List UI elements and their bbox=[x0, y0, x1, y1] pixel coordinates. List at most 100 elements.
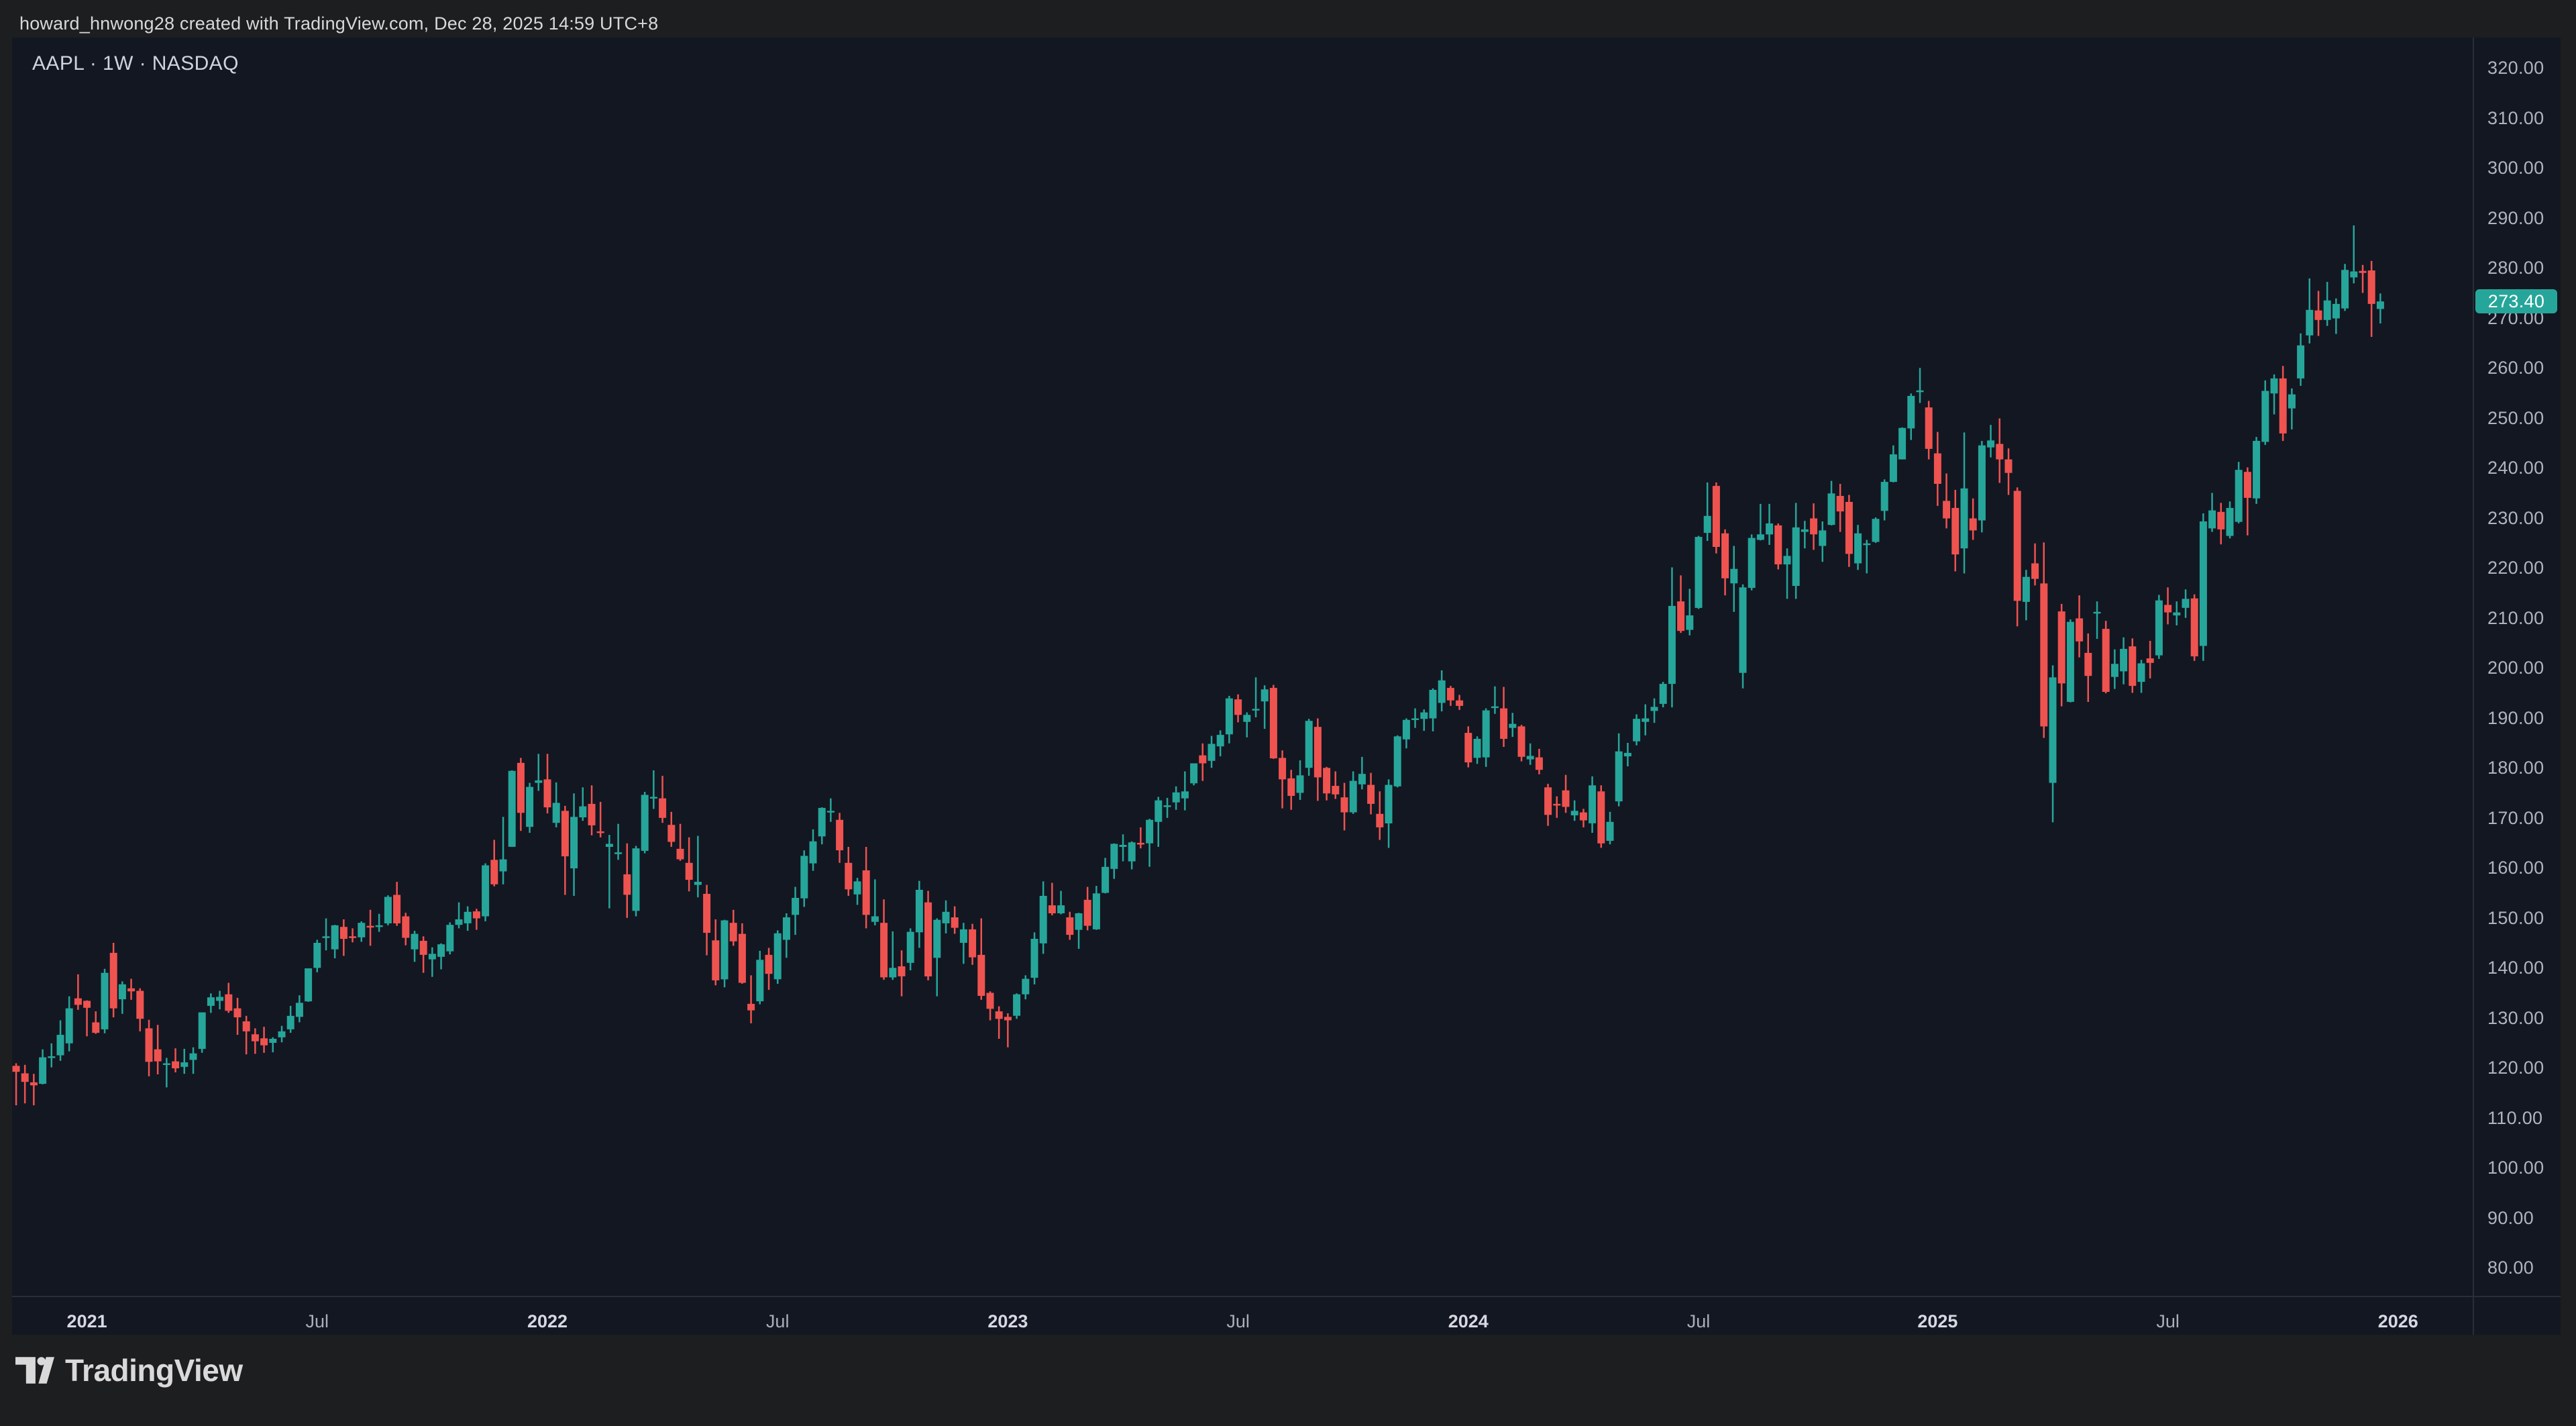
candle[interactable] bbox=[1305, 719, 1313, 776]
candle[interactable] bbox=[464, 907, 472, 931]
candle[interactable] bbox=[57, 1021, 64, 1061]
candle[interactable] bbox=[1943, 474, 1950, 529]
candle[interactable] bbox=[1934, 432, 1941, 506]
candle[interactable] bbox=[1066, 912, 1073, 940]
candle[interactable] bbox=[544, 754, 551, 813]
candle[interactable] bbox=[739, 923, 746, 984]
candle[interactable] bbox=[633, 846, 640, 917]
candle[interactable] bbox=[907, 928, 914, 970]
candle[interactable] bbox=[2350, 225, 2357, 283]
candle[interactable] bbox=[154, 1025, 162, 1074]
candle[interactable] bbox=[1226, 696, 1233, 744]
candle[interactable] bbox=[1845, 495, 1853, 567]
candle[interactable] bbox=[1093, 886, 1100, 930]
candle[interactable] bbox=[1164, 798, 1171, 818]
candle[interactable] bbox=[1544, 784, 1552, 826]
candle[interactable] bbox=[2244, 468, 2251, 536]
candle[interactable] bbox=[340, 919, 347, 956]
chart-panel[interactable]: AAPL · 1W · NASDAQ 320.00310.00300.00290… bbox=[12, 38, 2561, 1335]
candle[interactable] bbox=[2341, 264, 2349, 311]
candle[interactable] bbox=[1987, 425, 1994, 457]
candle[interactable] bbox=[2217, 503, 2224, 544]
candle[interactable] bbox=[597, 802, 604, 837]
candle[interactable] bbox=[854, 878, 861, 905]
candle[interactable] bbox=[774, 930, 782, 984]
candle[interactable] bbox=[1784, 548, 1791, 599]
candle[interactable] bbox=[1314, 719, 1322, 801]
candle[interactable] bbox=[2297, 334, 2304, 386]
candle[interactable] bbox=[1420, 709, 1428, 731]
candle[interactable] bbox=[667, 812, 675, 847]
candle[interactable] bbox=[1970, 499, 1977, 540]
candle[interactable] bbox=[110, 943, 117, 1017]
candle[interactable] bbox=[2208, 493, 2216, 532]
candle[interactable] bbox=[1350, 772, 1357, 814]
candle[interactable] bbox=[1580, 809, 1587, 827]
candle[interactable] bbox=[924, 891, 932, 980]
candle[interactable] bbox=[2049, 666, 2057, 823]
candle[interactable] bbox=[1571, 801, 1578, 821]
candle[interactable] bbox=[1730, 546, 1737, 612]
candle[interactable] bbox=[1810, 503, 1817, 550]
candle[interactable] bbox=[1713, 482, 1720, 554]
candle[interactable] bbox=[127, 979, 135, 1000]
candle[interactable] bbox=[1217, 730, 1224, 756]
candle[interactable] bbox=[996, 1007, 1003, 1039]
candle[interactable] bbox=[358, 921, 365, 942]
candle[interactable] bbox=[376, 914, 383, 932]
candle[interactable] bbox=[765, 948, 773, 990]
candle[interactable] bbox=[1890, 446, 1897, 482]
candle[interactable] bbox=[614, 824, 622, 860]
candle[interactable] bbox=[1863, 540, 1870, 574]
candle[interactable] bbox=[66, 997, 73, 1052]
candle[interactable] bbox=[1146, 819, 1153, 867]
candle[interactable] bbox=[694, 836, 702, 898]
candle[interactable] bbox=[1464, 726, 1472, 767]
candle[interactable] bbox=[269, 1037, 276, 1052]
candle[interactable] bbox=[1792, 503, 1800, 599]
candle[interactable] bbox=[1881, 479, 1888, 520]
candle[interactable] bbox=[889, 931, 896, 980]
candle[interactable] bbox=[1084, 887, 1091, 931]
candle[interactable] bbox=[1155, 797, 1162, 848]
candle[interactable] bbox=[588, 785, 596, 835]
candle[interactable] bbox=[2235, 462, 2243, 523]
candle[interactable] bbox=[1456, 695, 1463, 710]
candle[interactable] bbox=[1341, 783, 1348, 831]
candle[interactable] bbox=[1766, 504, 1773, 545]
candle[interactable] bbox=[13, 1064, 20, 1106]
candle[interactable] bbox=[2271, 374, 2278, 415]
candle[interactable] bbox=[845, 847, 852, 896]
candle[interactable] bbox=[225, 983, 232, 1013]
candle[interactable] bbox=[1509, 713, 1516, 737]
candle[interactable] bbox=[2005, 448, 2012, 495]
candle[interactable] bbox=[1279, 750, 1286, 808]
candle[interactable] bbox=[1651, 699, 1658, 723]
candle[interactable] bbox=[553, 782, 560, 827]
candle[interactable] bbox=[1261, 685, 1269, 729]
candle[interactable] bbox=[880, 899, 888, 980]
candle[interactable] bbox=[792, 887, 799, 935]
candle[interactable] bbox=[2377, 293, 2384, 323]
candle[interactable] bbox=[2155, 595, 2163, 659]
candle[interactable] bbox=[1491, 686, 1499, 714]
candle[interactable] bbox=[1527, 744, 1534, 765]
candle[interactable] bbox=[800, 850, 808, 907]
candle[interactable] bbox=[74, 974, 82, 1010]
candle[interactable] bbox=[2173, 601, 2180, 625]
candle[interactable] bbox=[2111, 650, 2118, 689]
candle[interactable] bbox=[1624, 743, 1631, 766]
candle[interactable] bbox=[1951, 490, 1959, 571]
candle[interactable] bbox=[1961, 432, 1968, 573]
candle[interactable] bbox=[2226, 501, 2234, 538]
candle[interactable] bbox=[783, 913, 790, 958]
candle[interactable] bbox=[2332, 299, 2340, 334]
candle[interactable] bbox=[1562, 775, 1570, 813]
candle[interactable] bbox=[367, 910, 374, 946]
candle[interactable] bbox=[1739, 584, 1747, 689]
candle[interactable] bbox=[2058, 604, 2065, 707]
candle[interactable] bbox=[2076, 595, 2083, 657]
candle[interactable] bbox=[146, 1020, 153, 1076]
candle[interactable] bbox=[199, 1013, 206, 1053]
candle[interactable] bbox=[1801, 521, 1809, 548]
